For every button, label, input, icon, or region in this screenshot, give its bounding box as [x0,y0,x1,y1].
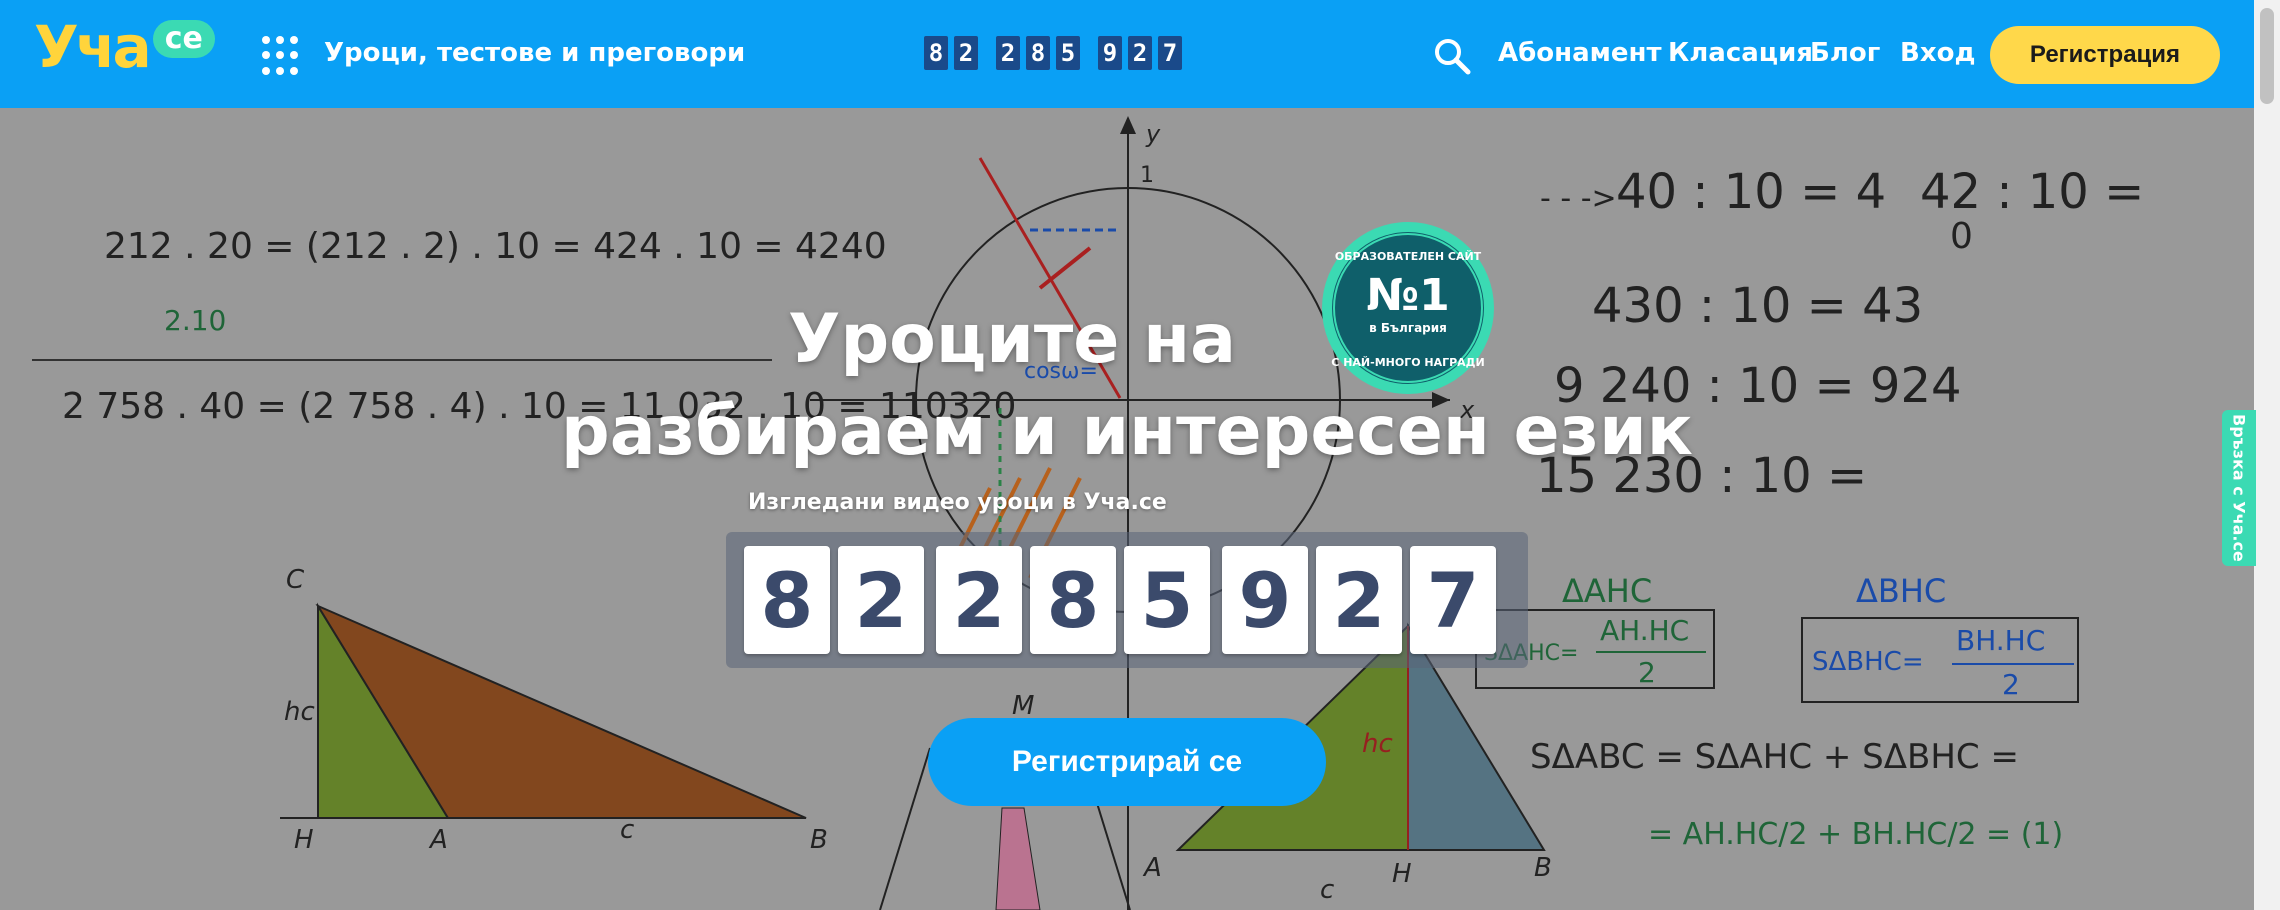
nav-subscription-link[interactable]: Абонамент [1498,38,1662,68]
counter-digit: 7 [1410,546,1496,654]
video-views-counter: 8 2 2 8 5 9 2 7 [726,532,1528,668]
mini-counter-digit: 2 [954,36,978,70]
counter-label: Изгледани видео уроци в Уча.се [748,490,1167,515]
mini-counter-digit: 5 [1056,36,1080,70]
logo-badge: се [152,20,215,58]
nav-login-link[interactable]: Вход [1900,38,1975,68]
apps-grid-icon[interactable] [262,36,302,76]
mini-counter-digit: 8 [1026,36,1050,70]
nav-ranking-link[interactable]: Класация [1668,38,1813,68]
hero-title-line1: Уроците на [788,300,1236,379]
page-scrollbar[interactable] [2254,0,2280,910]
hero-section: 212 . 20 = (212 . 2) . 10 = 424 . 10 = 4… [0,108,2254,910]
nav-blog-link[interactable]: Блог [1810,38,1880,68]
register-button[interactable]: Регистрация [1990,26,2220,84]
logo-text: Уча [34,13,152,81]
hero-title-line2: разбираем и интересен език [561,392,1693,471]
counter-digit: 8 [1030,546,1116,654]
counter-digit: 2 [838,546,924,654]
top-header: Уча се Уроци, тестове и преговори 8 2 2 … [0,0,2254,108]
mini-counter-digit: 8 [924,36,948,70]
nav-lessons-link[interactable]: Уроци, тестове и преговори [324,38,745,68]
counter-digit: 2 [936,546,1022,654]
counter-digit: 8 [744,546,830,654]
counter-digit: 2 [1316,546,1402,654]
mini-counter-digit: 2 [996,36,1020,70]
contact-side-tab[interactable]: Връзка с Уча.се [2222,410,2256,566]
scrollbar-thumb[interactable] [2260,8,2274,104]
mini-counter-digit: 7 [1158,36,1182,70]
search-icon[interactable] [1432,36,1472,76]
site-logo[interactable]: Уча се [34,18,215,76]
badge-top-text: ОБРАЗОВАТЕЛЕН САЙТ [1335,250,1482,263]
mini-counter-digit: 2 [1128,36,1152,70]
counter-digit: 5 [1124,546,1210,654]
header-view-counter: 8 2 2 8 5 9 2 7 [924,36,1182,70]
register-cta-button[interactable]: Регистрирай се [928,718,1326,806]
counter-digit: 9 [1222,546,1308,654]
mini-counter-digit: 9 [1098,36,1122,70]
contact-side-tab-label: Връзка с Уча.се [2229,414,2249,562]
